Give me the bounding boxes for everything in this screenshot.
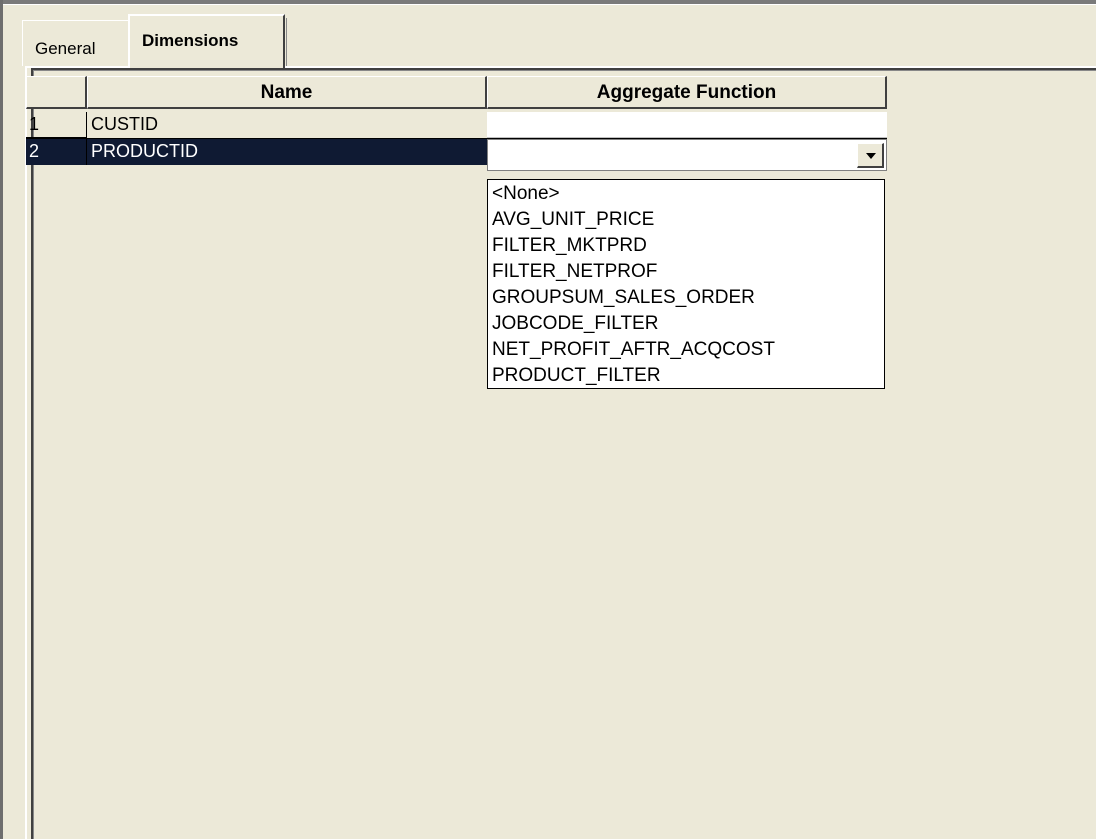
row-number-1[interactable]: 1 bbox=[26, 112, 87, 138]
window-top-border bbox=[0, 0, 1096, 5]
dropdown-option-net-profit-aftr-acqcost[interactable]: NET_PROFIT_AFTR_ACQCOST bbox=[488, 337, 884, 363]
row-number-2[interactable]: 2 bbox=[26, 139, 87, 165]
dropdown-option-filter-mktprd[interactable]: FILTER_MKTPRD bbox=[488, 233, 884, 259]
header-corner[interactable] bbox=[26, 76, 87, 109]
tab-general[interactable]: General bbox=[22, 20, 130, 66]
dropdown-option-filter-netprof[interactable]: FILTER_NETPROF bbox=[488, 259, 884, 285]
dropdown-option-product-filter[interactable]: PRODUCT_FILTER bbox=[488, 363, 884, 389]
tab-dimensions[interactable]: Dimensions bbox=[128, 14, 287, 68]
cell-aggregate-row-1[interactable] bbox=[487, 112, 887, 138]
cell-name-row-1[interactable]: CUSTID bbox=[87, 112, 487, 138]
column-header-aggregate-function[interactable]: Aggregate Function bbox=[487, 76, 887, 109]
dropdown-option-groupsum-sales-order[interactable]: GROUPSUM_SALES_ORDER bbox=[488, 285, 884, 311]
aggregate-function-dropdown-list: <None> AVG_UNIT_PRICE FILTER_MKTPRD FILT… bbox=[487, 179, 885, 389]
dropdown-option-none[interactable]: <None> bbox=[488, 181, 884, 207]
dropdown-option-jobcode-filter[interactable]: JOBCODE_FILTER bbox=[488, 311, 884, 337]
cell-name-row-2[interactable]: PRODUCTID bbox=[87, 139, 487, 165]
aggregate-function-combobox[interactable] bbox=[487, 139, 887, 171]
chevron-down-icon[interactable] bbox=[857, 143, 884, 168]
window-left-border bbox=[0, 0, 3, 839]
dropdown-option-avg-unit-price[interactable]: AVG_UNIT_PRICE bbox=[488, 207, 884, 233]
column-header-name[interactable]: Name bbox=[87, 76, 487, 109]
